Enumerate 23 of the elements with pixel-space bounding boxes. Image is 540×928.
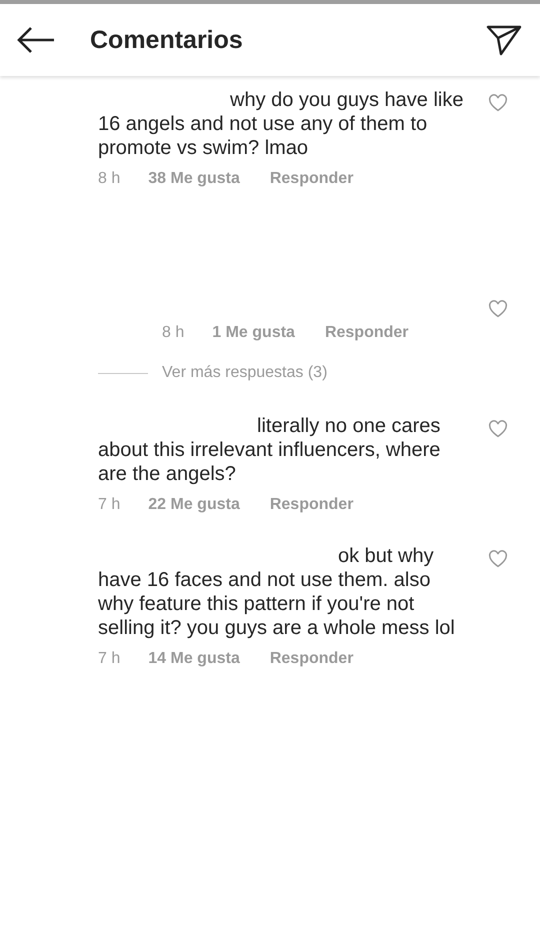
- reply-link[interactable]: Responder: [270, 650, 354, 668]
- heart-icon[interactable]: [488, 300, 508, 318]
- heart-icon[interactable]: [488, 550, 508, 568]
- reply-link[interactable]: Responder: [324, 324, 409, 342]
- reply-link[interactable]: Responder: [270, 170, 354, 188]
- back-icon[interactable]: [16, 25, 56, 55]
- send-icon[interactable]: [486, 24, 522, 56]
- comment-text: ok but why have 16 faces and not use them. also why feature this pattern if you're not selling it? you guys are a whole mess lol: [98, 544, 456, 640]
- comment-text: literally no one cares about this irrelevant influencers, where are the angels?: [98, 414, 442, 486]
- more-replies-link[interactable]: Ver más respuestas (3): [162, 364, 328, 382]
- heart-icon[interactable]: [488, 94, 508, 112]
- like-count[interactable]: 14 Me gusta: [148, 650, 240, 668]
- page-title: Comentarios: [90, 26, 244, 54]
- comment-text: why do you guys have like 16 angels and not use any of them to promote vs swim? lmao: [98, 88, 464, 160]
- comment-time: 8 h: [98, 170, 120, 188]
- like-count[interactable]: 38 Me gusta: [148, 170, 240, 188]
- comment-time: 7 h: [98, 650, 120, 668]
- reply-link[interactable]: Responder: [270, 496, 354, 514]
- heart-icon[interactable]: [488, 420, 508, 438]
- like-count[interactable]: 1 Me gusta: [212, 324, 295, 342]
- comment-time: 8 h: [162, 324, 184, 342]
- comment-time: 7 h: [98, 496, 120, 514]
- like-count[interactable]: 22 Me gusta: [148, 496, 240, 514]
